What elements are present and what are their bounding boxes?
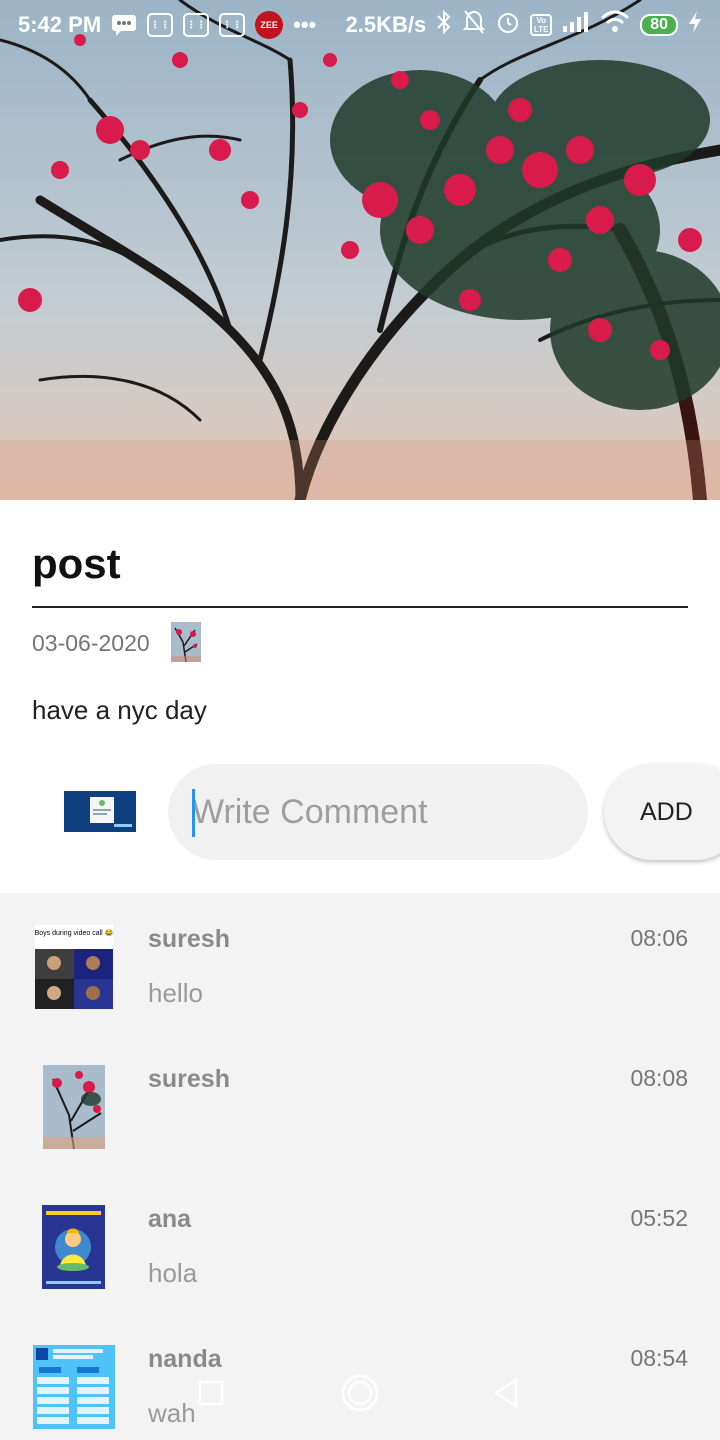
status-time: 5:42 PM (18, 12, 102, 37)
comment-item[interactable]: Boys during video call 😂 suresh hello 08… (0, 925, 720, 1065)
add-comment-button[interactable]: ADD (604, 764, 720, 860)
comment-author: suresh (148, 925, 230, 953)
comment-item[interactable]: ana hola 05:52 (0, 1205, 720, 1345)
comment-avatar: Boys during video call 😂 (35, 925, 113, 1009)
alarm-icon (496, 9, 520, 41)
bluetooth-icon (436, 9, 452, 41)
meme-caption: Boys during video call 😂 (35, 928, 113, 937)
comment-item[interactable]: suresh 08:08 (0, 1065, 720, 1205)
post-title: post (32, 540, 121, 587)
comment-time: 08:08 (630, 1065, 688, 1091)
comment-input[interactable] (168, 764, 588, 860)
comment-time: 05:52 (630, 1205, 688, 1231)
comment-author: nanda (148, 1345, 222, 1373)
charging-icon (688, 10, 702, 40)
home-circle-icon[interactable] (340, 1373, 380, 1418)
battery-icon: 80 (640, 14, 678, 36)
comment-author: suresh (148, 1065, 230, 1093)
comment-avatar (43, 1065, 105, 1149)
sim-icon: ⋮⋮ (219, 13, 246, 37)
comment-author: ana (148, 1205, 192, 1233)
mute-bell-icon (462, 9, 486, 41)
comment-avatar (42, 1205, 105, 1289)
comment-time: 08:54 (630, 1345, 688, 1371)
wifi-icon (600, 10, 630, 40)
volte-icon: Vo LTE (530, 14, 553, 36)
post-image (0, 0, 720, 500)
recents-square-icon[interactable] (198, 1380, 224, 1411)
status-bar: 5:42 PM ⋮⋮ ⋮⋮ ⋮⋮ ZEE ••• 2.5KB/s Vo LTE … (0, 0, 720, 50)
sim-icon: ⋮⋮ (183, 13, 210, 37)
comment-time: 08:06 (630, 925, 688, 951)
comment-avatar (33, 1345, 115, 1429)
post-date: 03-06-2020 (32, 630, 150, 656)
comments-list[interactable]: Boys during video call 😂 suresh hello 08… (0, 893, 720, 1440)
zee-icon: ZEE (255, 11, 284, 39)
comment-text: hello (148, 978, 203, 1008)
network-speed: 2.5KB/s (345, 12, 427, 37)
comment-text: wah (148, 1398, 196, 1428)
tree-photo (0, 0, 720, 500)
sim-icon: ⋮⋮ (147, 13, 174, 37)
more-icon: ••• (293, 12, 317, 37)
author-avatar[interactable] (171, 622, 201, 662)
post-body: have a nyc day (32, 695, 207, 725)
title-divider (32, 606, 688, 608)
back-triangle-icon[interactable] (492, 1377, 520, 1413)
signal-icon (562, 10, 590, 40)
my-avatar (64, 791, 136, 832)
comment-text: hola (148, 1258, 198, 1288)
text-cursor (192, 789, 195, 837)
chat-icon (111, 13, 137, 37)
